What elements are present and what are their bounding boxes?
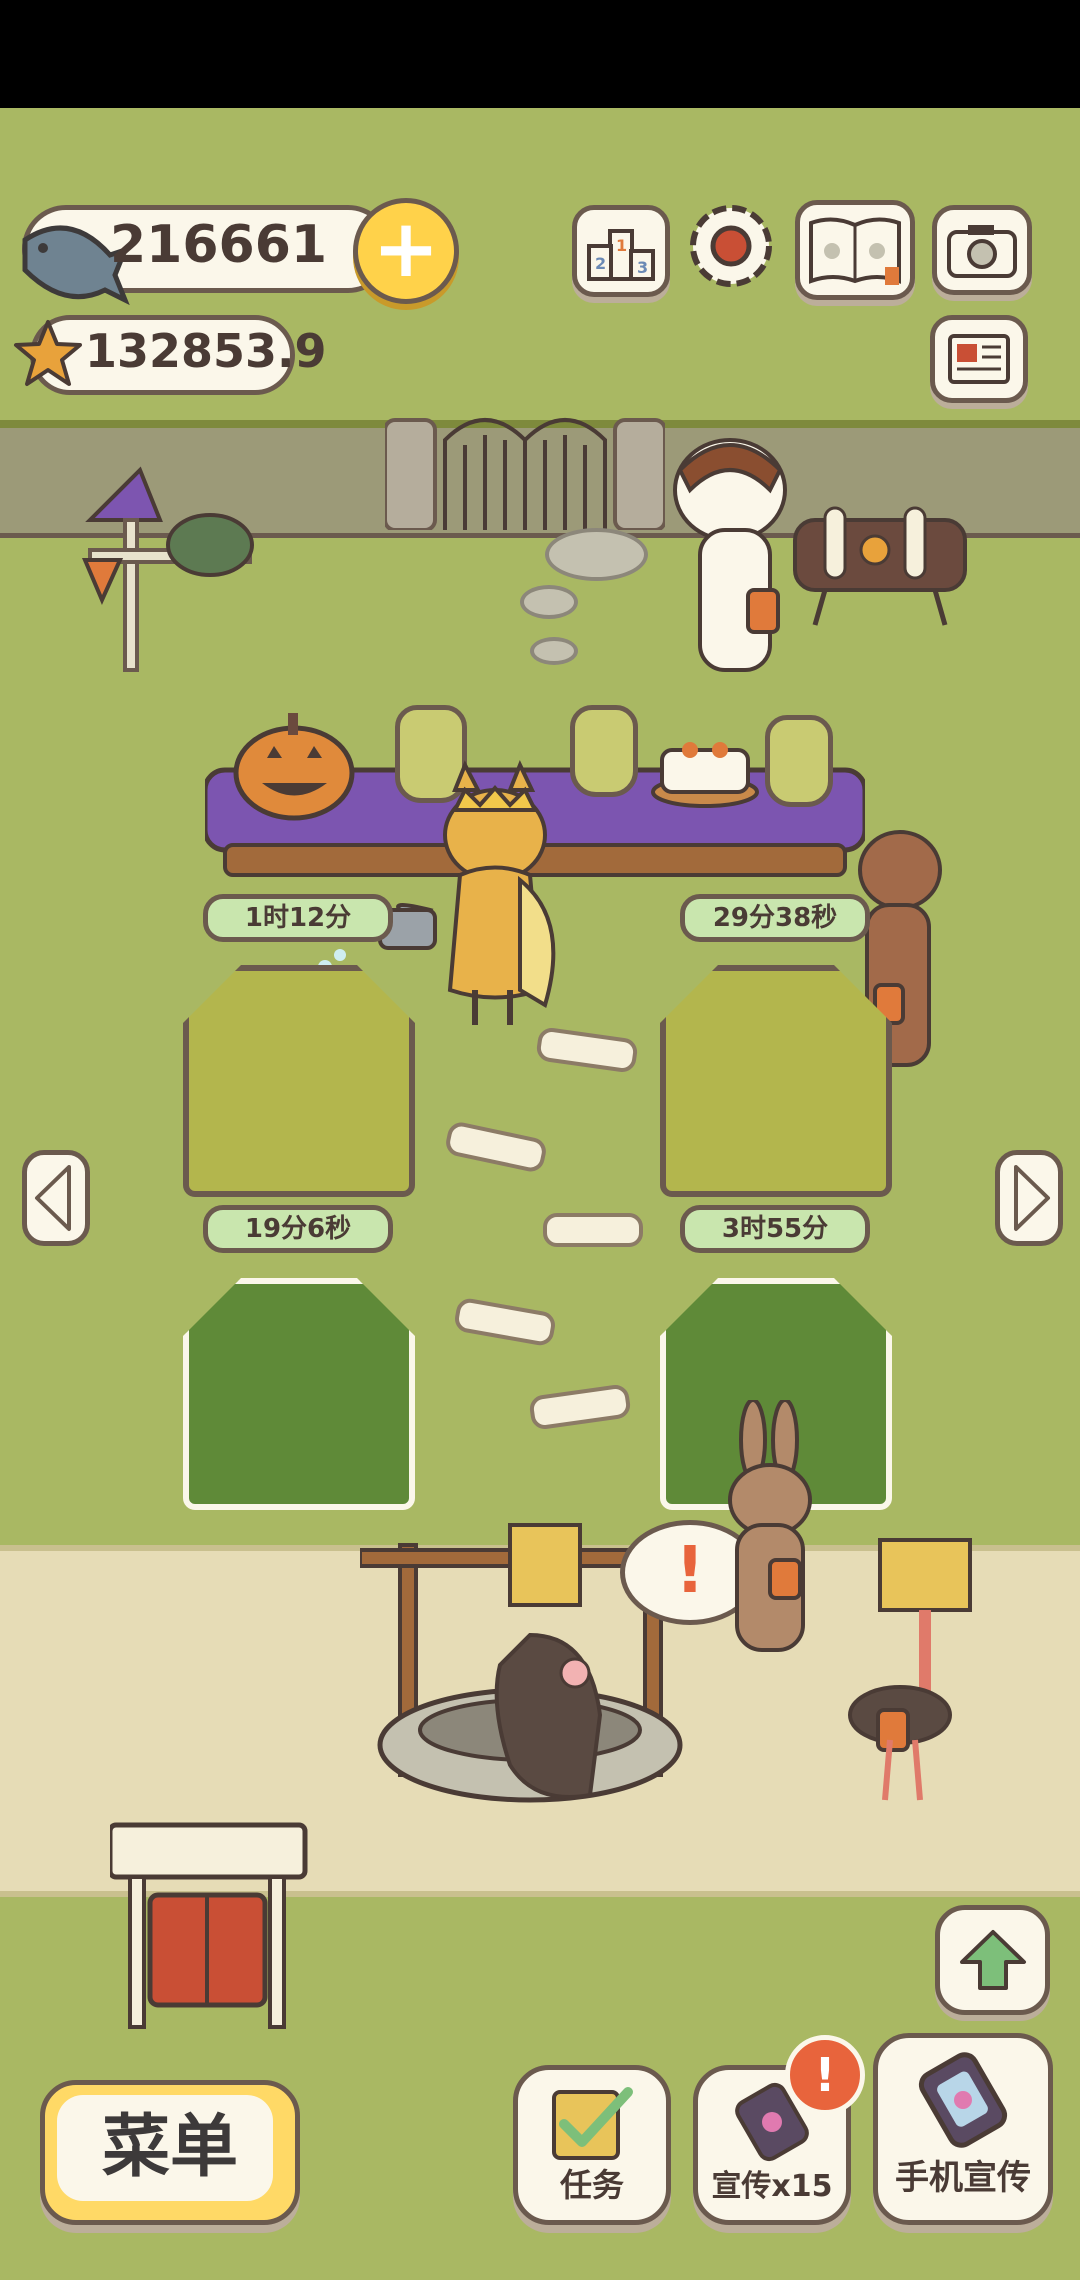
- stepping-stone: [545, 528, 648, 581]
- greenhouse-timer: 29分38秒: [680, 894, 870, 942]
- add-fish-button[interactable]: +: [353, 198, 459, 304]
- phone-promote-label: 手机宣传: [895, 2158, 1031, 2198]
- catalog-book-button[interactable]: [795, 200, 915, 300]
- paw-book-icon: [809, 217, 901, 285]
- chevron-right-icon: [1014, 1165, 1050, 1231]
- greenhouse-plot[interactable]: [183, 965, 415, 1197]
- greenhouse-timer: 1时12分: [203, 894, 393, 942]
- cake-icon: [651, 742, 759, 808]
- star-amount: 132853.9: [85, 324, 327, 378]
- dog-icon: [673, 438, 787, 672]
- jack-o-lantern[interactable]: [232, 708, 357, 823]
- exclamation-icon: !: [675, 1534, 705, 1608]
- rabbit-icon: [728, 1398, 812, 1652]
- greenhouse-plot[interactable]: [660, 965, 892, 1197]
- scarecrow-decoration[interactable]: [80, 450, 270, 675]
- cat-gardener[interactable]: [370, 760, 590, 1030]
- tasks-label: 任务: [559, 2166, 624, 2204]
- plus-icon: +: [372, 202, 440, 295]
- dog-npc[interactable]: [670, 430, 800, 680]
- chevron-left-icon: [35, 1165, 71, 1231]
- newspaper-icon: [948, 334, 1010, 384]
- bag-head-icon: [848, 1538, 972, 1801]
- phone-promote-button[interactable]: 手机宣传: [873, 2033, 1053, 2225]
- settings-button[interactable]: [685, 200, 777, 292]
- menu-label: 菜单: [101, 2108, 238, 2187]
- scarecrow-icon: [81, 466, 254, 672]
- exclamation-icon: !: [814, 2048, 836, 2102]
- garden-gate[interactable]: [383, 400, 667, 532]
- camera-icon: [947, 225, 1017, 278]
- scroll-up-button[interactable]: [935, 1905, 1050, 2015]
- svg-text:3: 3: [637, 258, 648, 277]
- up-arrow-icon: [959, 1930, 1026, 1990]
- promote-alert-badge: !: [785, 2035, 865, 2115]
- greenhouse-plot[interactable]: [183, 1278, 415, 1510]
- podium-icon: 1 2 3: [587, 229, 655, 281]
- status-bar: [0, 0, 1080, 108]
- rabbit-npc[interactable]: [715, 1398, 825, 1660]
- tasks-button[interactable]: 任务: [513, 2065, 671, 2225]
- shop-stall[interactable]: [107, 1820, 310, 2035]
- bag-head-npc[interactable]: [840, 1535, 980, 1805]
- menu-button[interactable]: 菜单: [40, 2080, 300, 2225]
- phone-icon: [918, 2052, 1008, 2148]
- newspaper-button[interactable]: [930, 315, 1028, 403]
- leaderboard-button[interactable]: 1 2 3: [572, 205, 670, 297]
- gear-icon: [690, 205, 772, 287]
- grill-icon: [793, 506, 967, 626]
- clipboard-check-icon: [552, 2087, 633, 2160]
- bone-pickup[interactable]: [543, 1213, 643, 1247]
- camera-button[interactable]: [932, 205, 1032, 295]
- promote-label: 宣传x15: [711, 2169, 833, 2204]
- svg-text:1: 1: [616, 236, 627, 255]
- cake[interactable]: [650, 720, 760, 810]
- greenhouse-timer: 3时55分: [680, 1205, 870, 1253]
- star-icon: [12, 318, 84, 390]
- potion-jar: [765, 715, 833, 807]
- bbq-grill[interactable]: [785, 500, 975, 630]
- fish-amount: 216661: [110, 215, 328, 275]
- gate-icon: [383, 418, 667, 532]
- pumpkin-icon: [233, 713, 355, 821]
- next-area-button[interactable]: [995, 1150, 1063, 1246]
- previous-area-button[interactable]: [22, 1150, 90, 1246]
- svg-text:2: 2: [595, 254, 606, 273]
- stepping-stone: [520, 585, 578, 619]
- cat-icon: [378, 760, 556, 1025]
- stepping-stone: [530, 637, 578, 665]
- stall-icon: [107, 1822, 308, 2029]
- greenhouse-timer: 19分6秒: [203, 1205, 393, 1253]
